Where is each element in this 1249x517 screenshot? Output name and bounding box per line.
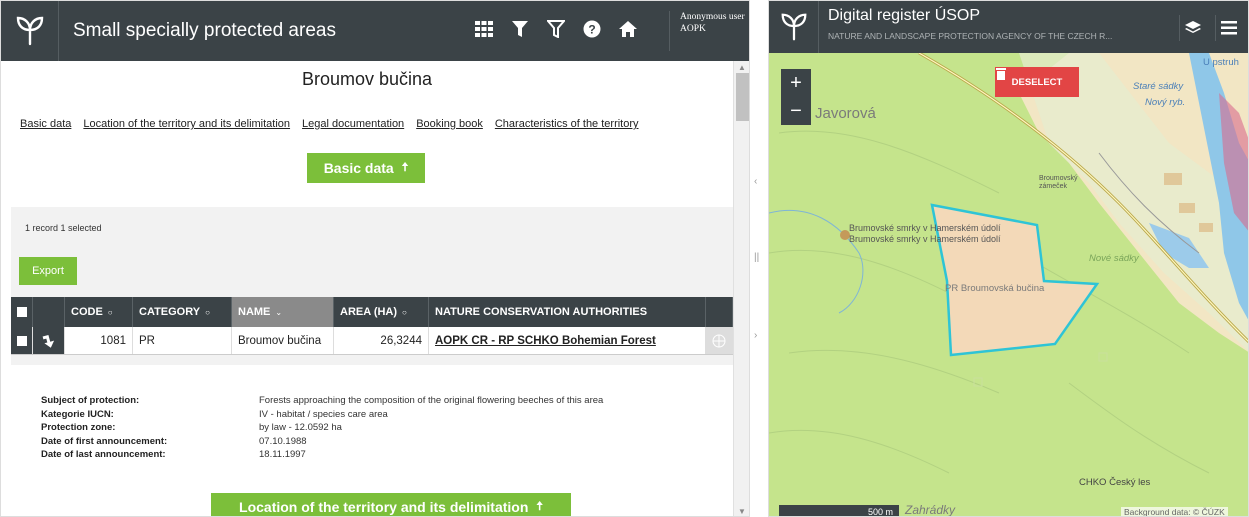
map-label-smrky-1: Brumovské smrky v Hamerském údolí — [849, 223, 1001, 233]
cell-name: Broumov bučina — [232, 327, 334, 354]
cell-authorities[interactable]: AOPK CR - RP SCHKO Bohemian Forest — [429, 327, 706, 354]
map-label-smrky-2: Brumovské smrky v Hamerském údolí — [849, 234, 1001, 244]
map-label-javorova: Javorová — [815, 105, 876, 122]
map-label-stare-sadky: Staré sádky — [1133, 81, 1184, 92]
map-label-zahrad: Zahrádky — [905, 503, 956, 517]
header-authorities[interactable]: NATURE CONSERVATION AUTHORITIES — [429, 297, 706, 327]
collapse-left-icon[interactable]: ‹ — [754, 176, 757, 187]
map-attribution: Background data: © ČÚZK — [1121, 507, 1228, 516]
clear-filter-icon[interactable] — [545, 17, 567, 41]
scroll-up-icon[interactable]: ▲ — [738, 63, 746, 72]
scale-bar: 500 m — [779, 505, 899, 516]
map-app-title: Digital register ÚSOP — [828, 7, 981, 24]
action-column-header — [33, 297, 65, 327]
detail-content: Broumov bučina Basic data Location of th… — [1, 61, 733, 516]
home-icon[interactable] — [617, 17, 639, 41]
detail-row: Protection zone: by law - 12.0592 ha — [41, 422, 342, 433]
row-goto-icon[interactable] — [33, 327, 65, 354]
zoom-out-button[interactable]: − — [781, 97, 811, 125]
link-basic-data[interactable]: Basic data — [20, 118, 71, 130]
scroll-down-icon[interactable]: ▼ — [738, 507, 746, 516]
detail-row: Date of last announcement: 18.11.1997 — [41, 449, 306, 460]
header-spacer — [706, 297, 733, 327]
layers-icon[interactable] — [1179, 15, 1205, 41]
user-name: Anonymous user — [680, 12, 745, 22]
grid-view-icon[interactable] — [473, 17, 495, 41]
zoom-control: + − — [781, 69, 811, 125]
drag-handle-icon[interactable]: || — [754, 252, 759, 263]
row-checkbox[interactable] — [11, 327, 33, 354]
user-org: AOPK — [680, 24, 706, 34]
user-info[interactable]: Anonymous user AOPK — [669, 11, 749, 51]
link-legal-documentation[interactable]: Legal documentation — [302, 118, 404, 130]
records-panel: 1 record 1 selected Export CODE ○ CATEGOR… — [11, 207, 733, 365]
sort-icon: ○ — [107, 307, 113, 317]
right-app-window: Digital register ÚSOP NATURE AND LANDSCA… — [768, 0, 1249, 517]
map-label-protected-area[interactable]: PR Broumovská bučina — [945, 283, 1044, 294]
left-app-window: Small specially protected areas ? Anonym… — [0, 0, 750, 517]
export-button[interactable]: Export — [19, 257, 77, 285]
globe-icon[interactable] — [706, 327, 733, 354]
link-booking-book[interactable]: Booking book — [416, 118, 483, 130]
zoom-in-button[interactable]: + — [781, 69, 811, 97]
detail-row: Date of first announcement: 07.10.1988 — [41, 435, 307, 447]
toolbar: ? — [473, 17, 639, 41]
basic-data-label: Basic data — [323, 160, 394, 176]
detail-row: Kategorie IUCN: IV - habitat / species c… — [41, 408, 388, 420]
scroll-thumb[interactable] — [736, 73, 749, 121]
map-app-subtitle: NATURE AND LANDSCAPE PROTECTION AGENCY O… — [828, 31, 1113, 41]
arrow-up-icon: 🠅 — [401, 159, 409, 174]
map-header: Digital register ÚSOP NATURE AND LANDSCA… — [769, 1, 1248, 53]
sort-desc-icon: ⌄ — [275, 307, 283, 317]
plant-logo-icon[interactable] — [769, 1, 819, 53]
table-row[interactable]: 1081 PR Broumov bučina 26,3244 AOPK CR -… — [11, 327, 733, 355]
select-all-checkbox[interactable] — [11, 297, 33, 327]
map-label-nove-sadky: Nové sádky — [1089, 253, 1139, 264]
header-area[interactable]: AREA (HA) ○ — [334, 297, 429, 327]
map-label-novy-ryb: Nový ryb. — [1145, 97, 1186, 108]
map-label-chko: CHKO Český les — [1079, 477, 1151, 488]
plant-logo-icon[interactable] — [1, 1, 59, 61]
deselect-label: DESELECT — [1011, 76, 1063, 88]
vertical-scrollbar[interactable]: ▲ ▼ — [733, 61, 749, 516]
panel-splitter[interactable]: ‹ || › — [750, 0, 768, 517]
record-count: 1 record 1 selected — [25, 223, 102, 233]
filter-icon[interactable] — [509, 17, 531, 41]
sort-icon: ○ — [205, 307, 210, 317]
record-title: Broumov bučina — [301, 69, 433, 89]
svg-text:?: ? — [588, 23, 595, 37]
basic-data-section-button[interactable]: Basic data 🠅 — [307, 153, 425, 183]
map-canvas[interactable]: + − DESELECT Javorová Staré sádky Nový r… — [769, 53, 1248, 517]
left-header: Small specially protected areas ? Anonym… — [1, 1, 749, 61]
deselect-button[interactable]: DESELECT — [995, 67, 1079, 97]
header-code[interactable]: CODE ○ — [65, 297, 133, 327]
sort-icon: ○ — [402, 307, 407, 317]
section-links: Basic data Location of the territory and… — [20, 118, 639, 130]
location-section-button[interactable]: Location of the territory and its delimi… — [211, 493, 571, 516]
help-icon[interactable]: ? — [581, 17, 603, 41]
screen: Small specially protected areas ? Anonym… — [0, 0, 1249, 517]
map-label-pstruh: U pstruh — [1203, 57, 1239, 68]
authorities-link[interactable]: AOPK CR - RP SCHKO Bohemian Forest — [435, 335, 656, 347]
expand-right-icon[interactable]: › — [754, 330, 757, 341]
detail-row: Subject of protection: Forests approachi… — [41, 395, 604, 406]
location-label: Location of the territory and its delimi… — [239, 499, 529, 515]
records-table: CODE ○ CATEGORY ○ NAME ⌄ AREA (HA) ○ NATURE — [11, 297, 733, 355]
trash-icon — [996, 68, 1006, 80]
link-characteristics[interactable]: Characteristics of the territory — [495, 118, 639, 130]
app-title: Small specially protected areas — [73, 20, 336, 41]
basic-data-details: Subject of protection: Forests approachi… — [41, 394, 689, 462]
map-label-zamecek: Broumovský zámeček — [1039, 175, 1078, 190]
hamburger-menu-icon[interactable] — [1215, 15, 1241, 41]
cell-category: PR — [133, 327, 232, 354]
link-location[interactable]: Location of the territory and its delimi… — [83, 118, 290, 130]
cell-code: 1081 — [65, 327, 133, 354]
arrow-up-icon: 🠅 — [536, 498, 543, 513]
cell-area: 26,3244 — [334, 327, 429, 354]
header-category[interactable]: CATEGORY ○ — [133, 297, 232, 327]
header-name[interactable]: NAME ⌄ — [232, 297, 334, 327]
table-header: CODE ○ CATEGORY ○ NAME ⌄ AREA (HA) ○ NATURE — [11, 297, 733, 327]
